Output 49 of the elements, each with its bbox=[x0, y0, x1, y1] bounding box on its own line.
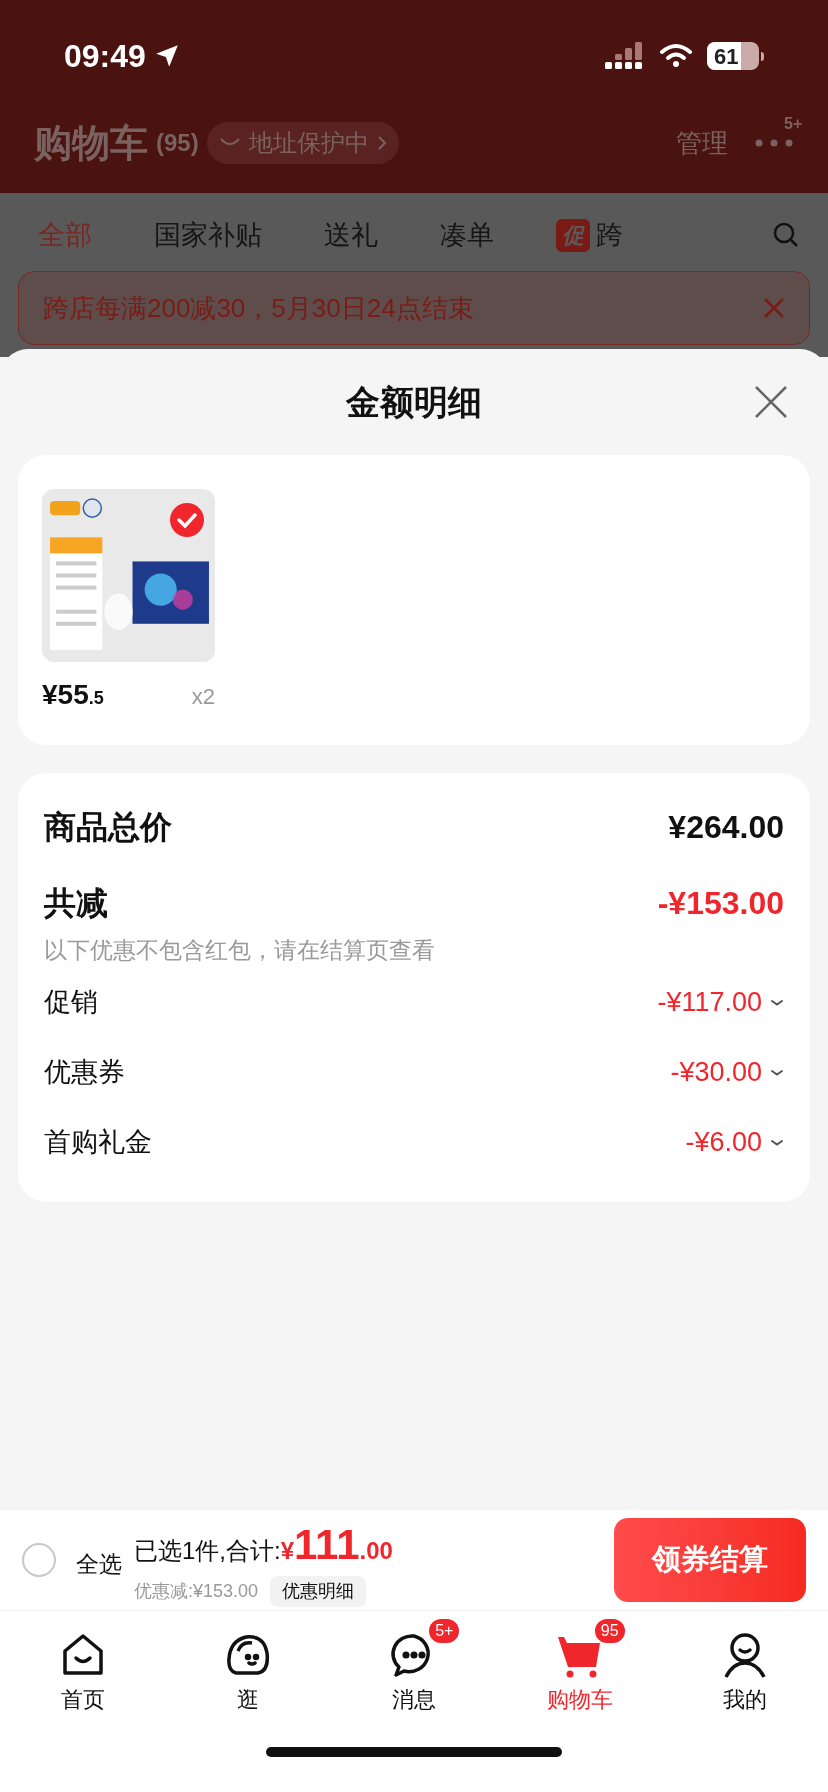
select-all-label: 全选 bbox=[76, 1549, 122, 1579]
sheet-title: 金额明细 bbox=[346, 381, 482, 423]
discount-amount: -¥153.00 bbox=[657, 884, 784, 923]
page-title: 购物车 bbox=[34, 120, 148, 166]
filter-tab[interactable]: 凑单 bbox=[440, 214, 494, 256]
address-protection-chip[interactable]: 地址保护中 bbox=[206, 122, 399, 164]
selected-summary: 已选1件,合计: bbox=[134, 1536, 281, 1566]
discount-value: -¥30.00 bbox=[670, 1056, 762, 1090]
discount-note: 以下优惠不包含红包，请在结算页查看 bbox=[44, 936, 436, 965]
tab-bar-item[interactable]: 逛 bbox=[165, 1616, 332, 1716]
filter-tab[interactable]: 跨 bbox=[596, 214, 623, 256]
discount-value: -¥6.00 bbox=[685, 1126, 762, 1160]
select-all-checkbox[interactable] bbox=[22, 1543, 56, 1577]
checkout-button[interactable]: 领券结算 bbox=[614, 1518, 806, 1602]
filter-tab[interactable]: 送礼 bbox=[324, 214, 378, 256]
notification-badge: 5+ bbox=[427, 1616, 462, 1645]
status-time: 09:49 bbox=[64, 37, 146, 76]
total-label: 商品总价 bbox=[44, 808, 172, 847]
tab-bar-item[interactable]: 首页 bbox=[0, 1616, 166, 1716]
tab-bar-item[interactable]: 我的 bbox=[662, 1616, 828, 1716]
wifi-icon bbox=[659, 43, 693, 69]
discount-type: 优惠券 bbox=[44, 1056, 125, 1090]
manage-button[interactable]: 管理 bbox=[676, 123, 728, 163]
discount-type: 首购礼金 bbox=[44, 1126, 152, 1160]
more-count-label: 5+ bbox=[784, 114, 803, 134]
tab-bar-item[interactable]: 95 购物车 bbox=[496, 1616, 663, 1716]
tab-bar-item[interactable]: 5+ 消息 bbox=[331, 1616, 497, 1716]
product-quantity: x2 bbox=[191, 683, 215, 711]
chevron-right-icon bbox=[376, 135, 387, 151]
discount-summary: 优惠减:¥153.00 bbox=[134, 1580, 259, 1603]
search-icon[interactable] bbox=[772, 221, 800, 249]
signal-icon bbox=[605, 42, 645, 70]
discount-label: 共减 bbox=[44, 884, 108, 923]
product-price: ¥55.5 bbox=[42, 678, 104, 712]
more-icon[interactable] bbox=[754, 138, 794, 148]
discount-value: -¥117.00 bbox=[657, 986, 762, 1020]
chevron-down-icon[interactable] bbox=[770, 997, 784, 1008]
total-amount: ¥264.00 bbox=[668, 808, 784, 847]
chevron-down-icon[interactable] bbox=[770, 1137, 784, 1148]
filter-tab[interactable]: 国家补贴 bbox=[154, 214, 262, 256]
promo-badge: 促 bbox=[556, 218, 590, 252]
grand-total: ¥111.00 bbox=[280, 1520, 393, 1570]
discount-detail-button[interactable]: 优惠明细 bbox=[270, 1576, 367, 1607]
notification-badge: 95 bbox=[592, 1616, 627, 1645]
battery-percent: 61 bbox=[713, 42, 739, 70]
discount-type: 促销 bbox=[44, 986, 98, 1020]
chevron-down-icon[interactable] bbox=[770, 1067, 784, 1078]
close-icon[interactable] bbox=[754, 385, 788, 419]
item-count: (95) bbox=[156, 128, 199, 158]
